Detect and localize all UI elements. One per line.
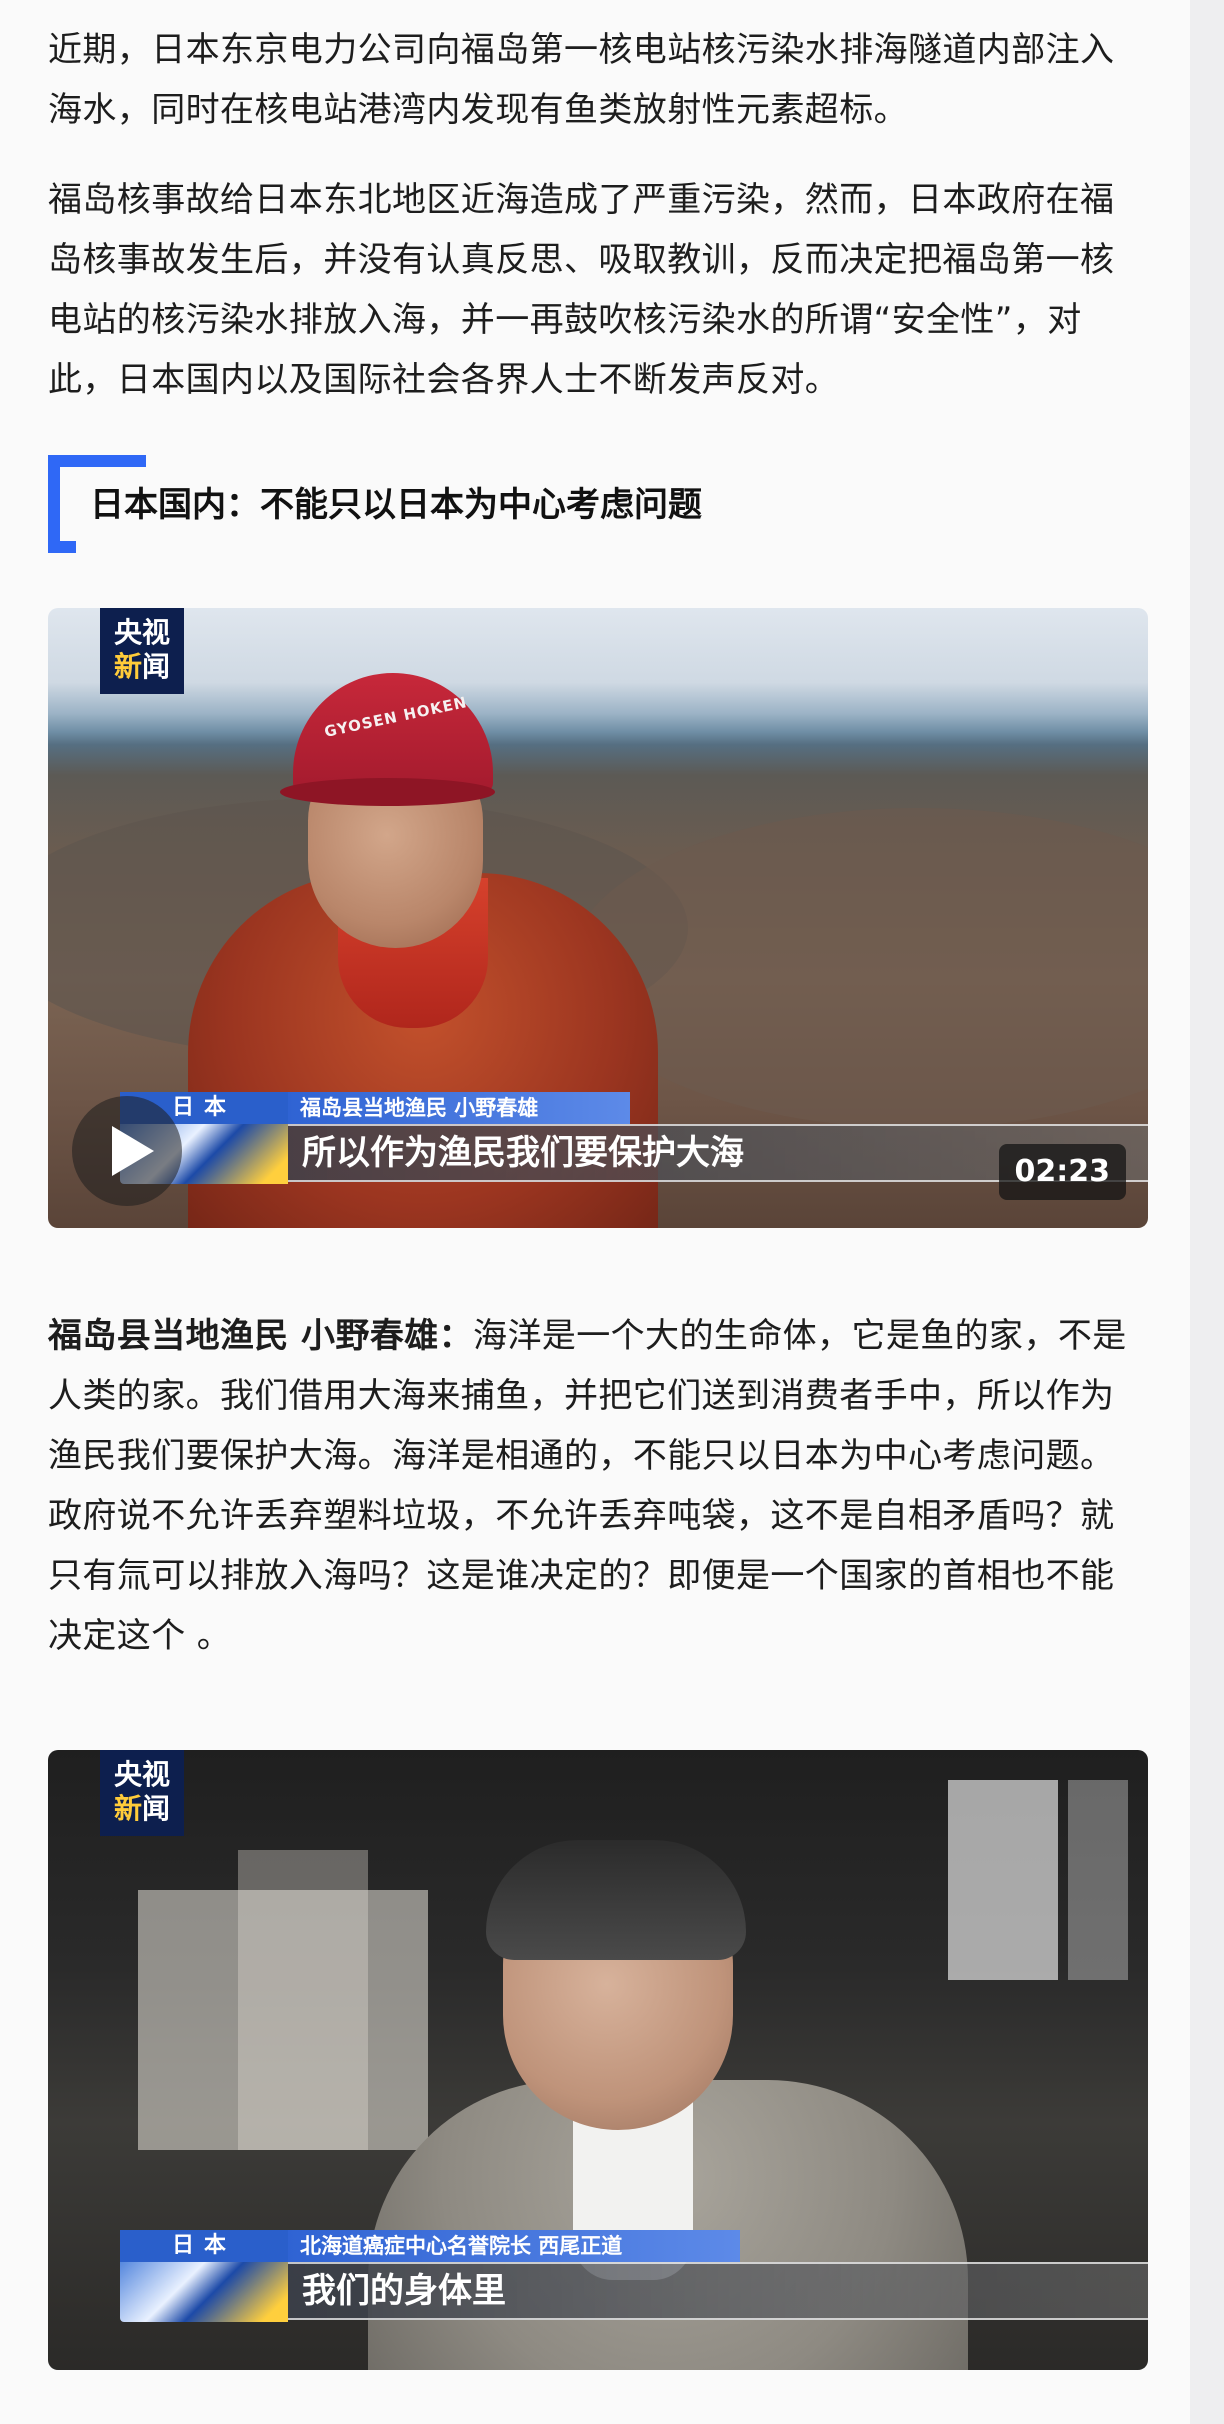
lower-third-speaker: 福岛县当地渔民 小野春雄 (288, 1092, 630, 1124)
logo-line-2: 新闻 (100, 1792, 184, 1826)
page-right-gutter (1190, 0, 1224, 2424)
play-icon (112, 1126, 154, 1176)
lower-third-caption: 我们的身体里 (288, 2262, 1148, 2320)
doctor-hair (486, 1840, 746, 1960)
logo-char-wen: 闻 (142, 1792, 171, 1825)
article-paragraph-intro: 近期，日本东京电力公司向福岛第一核电站核污染水排海隧道内部注入海水，同时在核电站… (48, 30, 1115, 130)
cctv-news-logo: 央视 新闻 (100, 608, 184, 694)
logo-line-1: 央视 (113, 616, 170, 649)
section-title: 日本国内：不能只以日本为中心考虑问题 (90, 485, 702, 525)
video-duration: 02:23 (998, 1144, 1126, 1200)
logo-line-2: 新闻 (100, 650, 184, 684)
logo-char-xin: 新 (113, 650, 142, 683)
fisherman-cap-brim (280, 778, 495, 806)
article-paragraph-background: 福岛核事故给日本东北地区近海造成了严重污染，然而，日本政府在福岛核事故发生后，并… (48, 180, 1115, 400)
article-page: 近期，日本东京电力公司向福岛第一核电站核污染水排海隧道内部注入海水，同时在核电站… (0, 0, 1190, 2424)
cctv-news-logo: 央视 新闻 (100, 1750, 184, 1836)
lower-third: 日本 北海道癌症中心名誉院长 西尾正道 我们的身体里 (120, 2230, 1148, 2322)
background-bookshelf-2 (238, 1850, 368, 2150)
section-heading: 日本国内：不能只以日本为中心考虑问题 (48, 455, 948, 555)
logo-char-wen: 闻 (142, 650, 171, 683)
quote-paragraph-fisherman: 福岛县当地渔民 小野春雄：海洋是一个大的生命体，它是鱼的家，不是人类的家。我们借… (48, 1306, 1148, 1666)
quote-text: 海洋是一个大的生命体，它是鱼的家，不是人类的家。我们借用大海来捕鱼，并把它们送到… (48, 1316, 1127, 1656)
fisherman-cap (293, 673, 493, 793)
logo-char-xin: 新 (113, 1792, 142, 1825)
background-window (948, 1780, 1058, 1980)
lower-third: 日本 福岛县当地渔民 小野春雄 所以作为渔民我们要保护大海 (120, 1092, 1148, 1184)
background-window-2 (1068, 1780, 1128, 1980)
heading-bracket-top (48, 455, 146, 467)
heading-bracket-bottom (48, 541, 76, 553)
logo-line-1: 央视 (113, 1758, 170, 1791)
lower-third-speaker: 北海道癌症中心名誉院长 西尾正道 (288, 2230, 740, 2262)
quote-speaker: 福岛县当地渔民 小野春雄： (48, 1316, 474, 1356)
video-player-doctor[interactable]: 央视 新闻 日本 北海道癌症中心名誉院长 西尾正道 我们的身体里 (48, 1750, 1148, 2370)
lower-third-country: 日本 (120, 2230, 288, 2262)
video-player-fisherman[interactable]: GYOSEN HOKEN 央视 新闻 日本 福岛县当地渔民 小野春雄 所以作为渔… (48, 608, 1148, 1228)
heading-bracket-icon (48, 455, 60, 553)
play-button[interactable] (72, 1096, 182, 1206)
